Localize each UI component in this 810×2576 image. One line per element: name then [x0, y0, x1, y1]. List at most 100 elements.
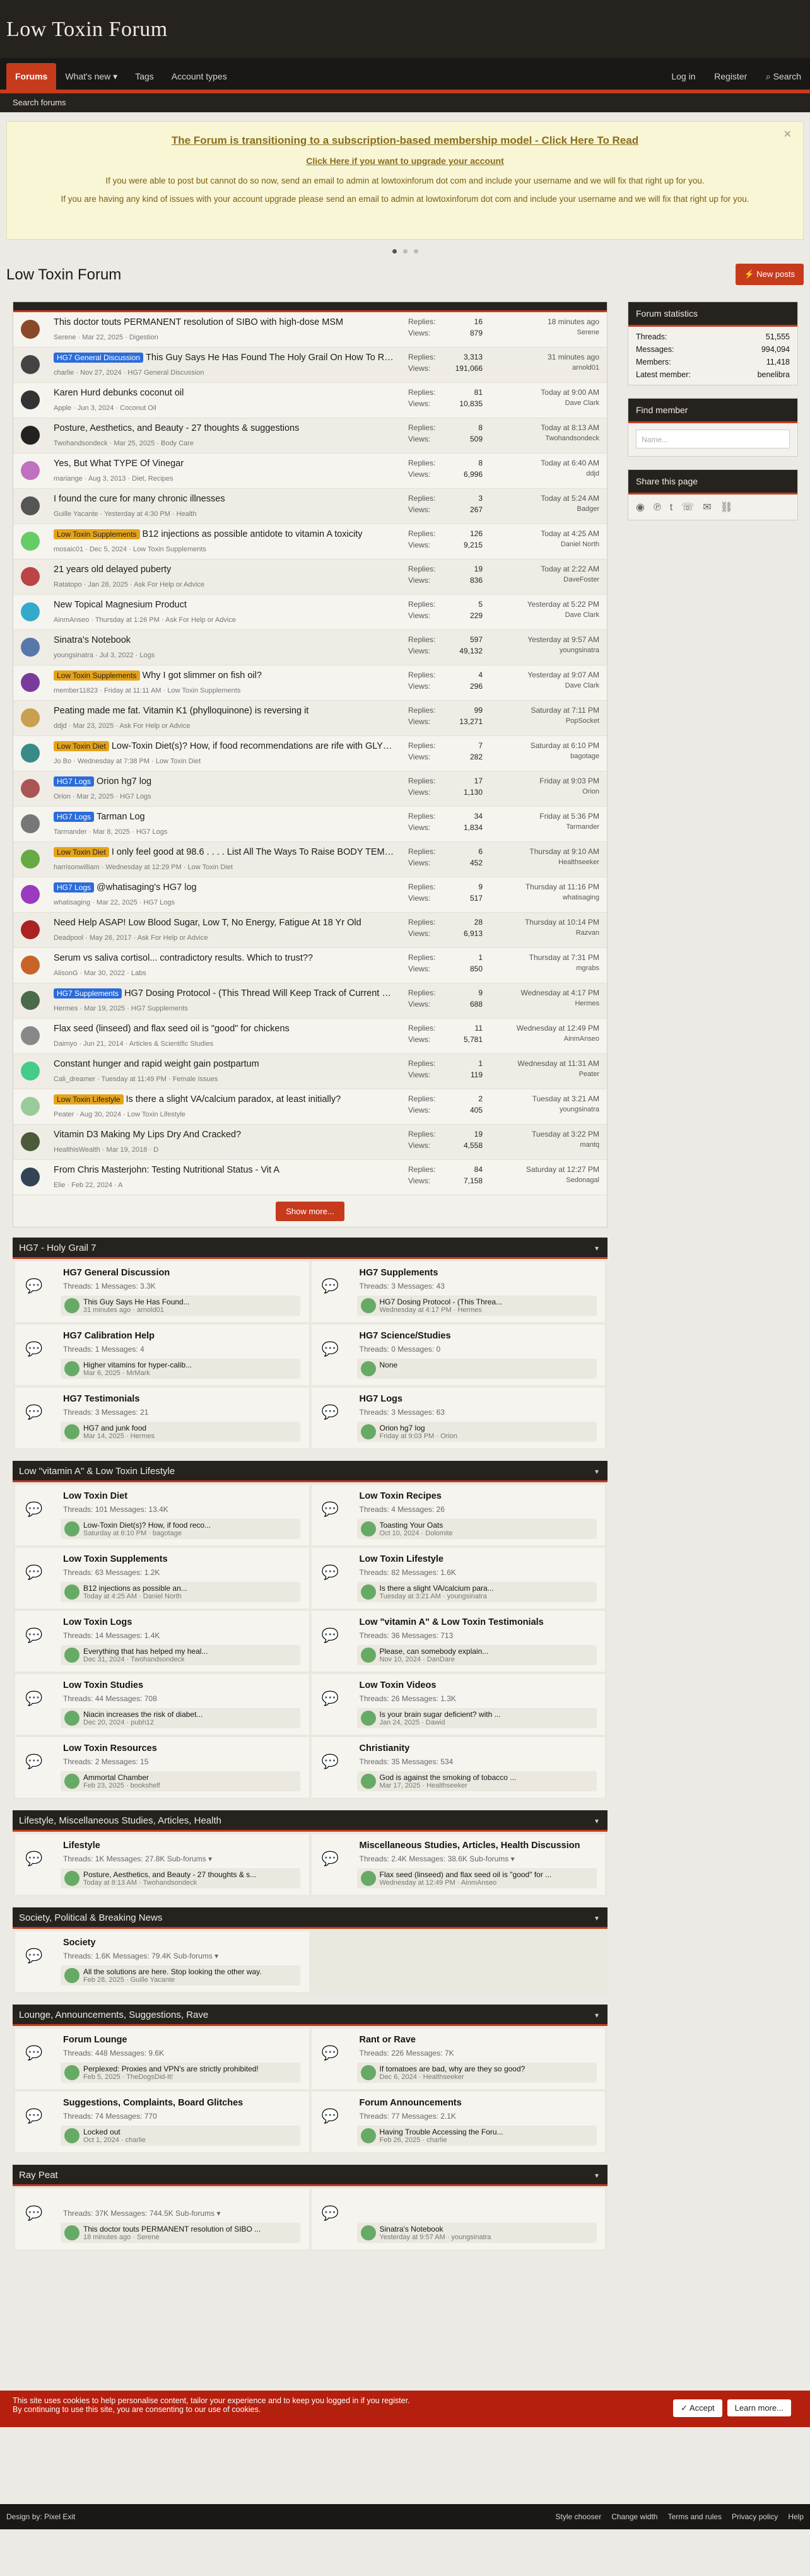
avatar[interactable] [64, 1871, 79, 1886]
link-icon[interactable]: ⛓ [720, 502, 733, 513]
footer-link[interactable]: Style chooser [555, 2512, 601, 2521]
forum-node[interactable]: 💬 Lifestyle Threads: 1K Messages: 27.8K … [15, 1834, 309, 1895]
forum-name[interactable]: HG7 Testimonials [63, 1394, 139, 1404]
forum-name[interactable]: Lifestyle [63, 1841, 100, 1851]
forum-last-post[interactable]: Toasting Your Oats Oct 10, 2024 · Dolomit… [356, 1519, 597, 1539]
register-link[interactable]: Register [714, 71, 747, 81]
forum-node[interactable]: 💬 Low Toxin Logs Threads: 14 Messages: 1… [15, 1611, 309, 1671]
notice-subscription-link[interactable]: The Forum is transitioning to a subscrip… [7, 134, 803, 147]
forum-name[interactable]: Low Toxin Videos [360, 1680, 437, 1690]
notice-upgrade-link[interactable]: Click Here if you want to upgrade your a… [7, 156, 803, 166]
thread-title[interactable]: Peating made me fat. Vitamin K1 (phylloq… [54, 706, 394, 716]
thread-prefix[interactable]: HG7 Logs [54, 812, 95, 822]
thread-row[interactable]: Flax seed (linseed) and flax seed oil is… [13, 1019, 607, 1054]
avatar[interactable] [64, 2065, 79, 2080]
thread-row[interactable]: HG7 General Discussion This Guy Says He H… [13, 348, 607, 383]
thread-title[interactable]: 21 years old delayed puberty [54, 565, 394, 575]
thread-row[interactable]: This doctor touts PERMANENT resolution o… [13, 312, 607, 348]
thread-last-post[interactable]: Yesterday at 5:22 PM Dave Clark [527, 600, 599, 619]
avatar[interactable] [21, 461, 40, 480]
forum-node[interactable]: 💬 HG7 Logs Threads: 3 Messages: 63 Orion… [311, 1388, 605, 1448]
forum-last-post[interactable]: God is against the smoking of tobacco ..… [356, 1771, 597, 1791]
thread-last-post[interactable]: Saturday at 12:27 PM Sedonagal [526, 1165, 599, 1184]
avatar[interactable] [360, 2225, 376, 2240]
tab-forums[interactable]: Forums [6, 63, 57, 90]
avatar[interactable] [360, 1424, 376, 1439]
avatar[interactable] [21, 320, 40, 339]
thread-title[interactable]: HG7 General Discussion This Guy Says He H… [54, 353, 394, 363]
forum-name[interactable]: Low "vitamin A" & Low Toxin Testimonials [360, 1617, 544, 1627]
avatar[interactable] [64, 1648, 79, 1663]
thread-row[interactable]: Sinatra's Notebook youngsinatra · Jul 3,… [13, 630, 607, 665]
thread-title[interactable]: HG7 Supplements HG7 Dosing Protocol - (Th… [54, 988, 394, 998]
collapse-icon[interactable]: ▾ [595, 1810, 599, 1832]
forum-node[interactable]: 💬 Forum Lounge Threads: 448 Messages: 9.… [15, 2029, 309, 2089]
forum-node[interactable]: 💬 Suggestions, Complaints, Board Glitche… [15, 2092, 309, 2152]
avatar[interactable] [360, 2128, 376, 2143]
thread-title[interactable]: Serum vs saliva cortisol... contradictor… [54, 953, 394, 963]
footer-link[interactable]: Terms and rules [668, 2512, 722, 2521]
forum-node[interactable]: 💬 Low Toxin Recipes Threads: 4 Messages:… [311, 1485, 605, 1545]
thread-title[interactable]: I found the cure for many chronic illnes… [54, 494, 394, 504]
avatar[interactable] [21, 708, 40, 727]
avatar[interactable] [360, 1298, 376, 1313]
thread-prefix[interactable]: HG7 General Discussion [54, 353, 144, 363]
tab-whats-new[interactable]: What's new ▾ [56, 63, 126, 90]
forum-name[interactable]: Forum Announcements [360, 2098, 462, 2108]
forum-name[interactable]: Low Toxin Resources [63, 1743, 157, 1753]
thread-row[interactable]: Peating made me fat. Vitamin K1 (phylloq… [13, 701, 607, 736]
footer-link[interactable]: Change width [611, 2512, 657, 2521]
forum-node[interactable]: 💬 Miscellaneous Studies, Articles, Healt… [311, 1834, 605, 1895]
thread-last-post[interactable]: Saturday at 6:10 PM bagotage [531, 741, 599, 760]
forum-last-post[interactable]: If tomatoes are bad, why are they so goo… [356, 2063, 597, 2083]
thread-title[interactable]: New Topical Magnesium Product [54, 600, 394, 610]
avatar[interactable] [21, 602, 40, 621]
avatar[interactable] [360, 1711, 376, 1726]
thread-row[interactable]: New Topical Magnesium Product AinmAnseo … [13, 595, 607, 630]
category-header[interactable]: Society, Political & Breaking News ▾ [13, 1907, 608, 1929]
thread-last-post[interactable]: 18 minutes ago Serene [548, 317, 599, 336]
category-header[interactable]: Lifestyle, Miscellaneous Studies, Articl… [13, 1810, 608, 1832]
category-header[interactable]: Lounge, Announcements, Suggestions, Rave… [13, 2005, 608, 2026]
forum-node[interactable]: 💬 HG7 Testimonials Threads: 3 Messages: … [15, 1388, 309, 1448]
forum-last-post[interactable]: Is there a slight VA/calcium para... Tues… [356, 1582, 597, 1602]
thread-last-post[interactable]: Saturday at 7:11 PM PopSocket [531, 706, 599, 725]
thread-prefix[interactable]: HG7 Supplements [54, 988, 122, 998]
avatar[interactable] [64, 2225, 79, 2240]
thread-last-post[interactable]: Today at 6:40 AM ddjd [541, 459, 599, 477]
search-link[interactable]: ⌕ Search [766, 71, 801, 81]
avatar[interactable] [64, 1774, 79, 1789]
reddit-icon[interactable]: ◉ [636, 502, 645, 513]
forum-name[interactable]: Rant or Rave [360, 2035, 416, 2045]
thread-prefix[interactable]: HG7 Logs [54, 882, 95, 893]
thread-row[interactable]: Serum vs saliva cortisol... contradictor… [13, 948, 607, 983]
thread-title[interactable]: Constant hunger and rapid weight gain po… [54, 1059, 394, 1069]
member-name-input[interactable]: Name... [636, 430, 790, 448]
forum-node[interactable]: 💬 Low Toxin Resources Threads: 2 Message… [15, 1737, 309, 1798]
forum-node[interactable]: 💬 HG7 Calibration Help Threads: 1 Messag… [15, 1325, 309, 1385]
forum-name[interactable]: Low Toxin Logs [63, 1617, 132, 1627]
thread-row[interactable]: Posture, Aesthetics, and Beauty - 27 tho… [13, 418, 607, 454]
pager-dot[interactable] [402, 249, 408, 254]
category-header[interactable]: Ray Peat ▾ [13, 2165, 608, 2186]
forum-node[interactable]: 💬 Christianity Threads: 35 Messages: 534… [311, 1737, 605, 1798]
show-more-button[interactable]: Show more... [276, 1202, 344, 1221]
thread-prefix[interactable]: Low Toxin Diet [54, 847, 109, 857]
forum-node[interactable]: 💬 Threads: 37K Messages: 744.5K Sub-foru… [15, 2189, 309, 2249]
forum-last-post[interactable]: Low-Toxin Diet(s)? How, if food reco... S… [61, 1519, 300, 1539]
thread-row[interactable]: HG7 Logs Orion hg7 log Orion · Mar 2, 202… [13, 771, 607, 807]
avatar[interactable] [21, 532, 40, 551]
footer-link[interactable]: Privacy policy [732, 2512, 778, 2521]
forum-node[interactable]: 💬 Low Toxin Lifestyle Threads: 82 Messag… [311, 1548, 605, 1608]
forum-name[interactable]: Low Toxin Lifestyle [360, 1554, 443, 1564]
thread-title[interactable]: Vitamin D3 Making My Lips Dry And Cracke… [54, 1130, 394, 1140]
forum-last-post[interactable]: HG7 Dosing Protocol - (This Threa... Wedn… [356, 1296, 597, 1316]
thread-row[interactable]: Need Help ASAP! Low Blood Sugar, Low T, … [13, 913, 607, 948]
accept-cookies-button[interactable]: ✓ Accept [673, 2399, 722, 2417]
avatar[interactable] [64, 1361, 79, 1376]
thread-last-post[interactable]: Thursday at 10:14 PM Razvan [525, 918, 599, 937]
forum-name[interactable]: Low Toxin Recipes [360, 1491, 442, 1501]
avatar[interactable] [64, 2128, 79, 2143]
forum-last-post[interactable]: Higher vitamins for hyper-calib... Mar 6,… [61, 1359, 300, 1379]
thread-last-post[interactable]: Wednesday at 11:31 AM Peater [517, 1059, 599, 1078]
